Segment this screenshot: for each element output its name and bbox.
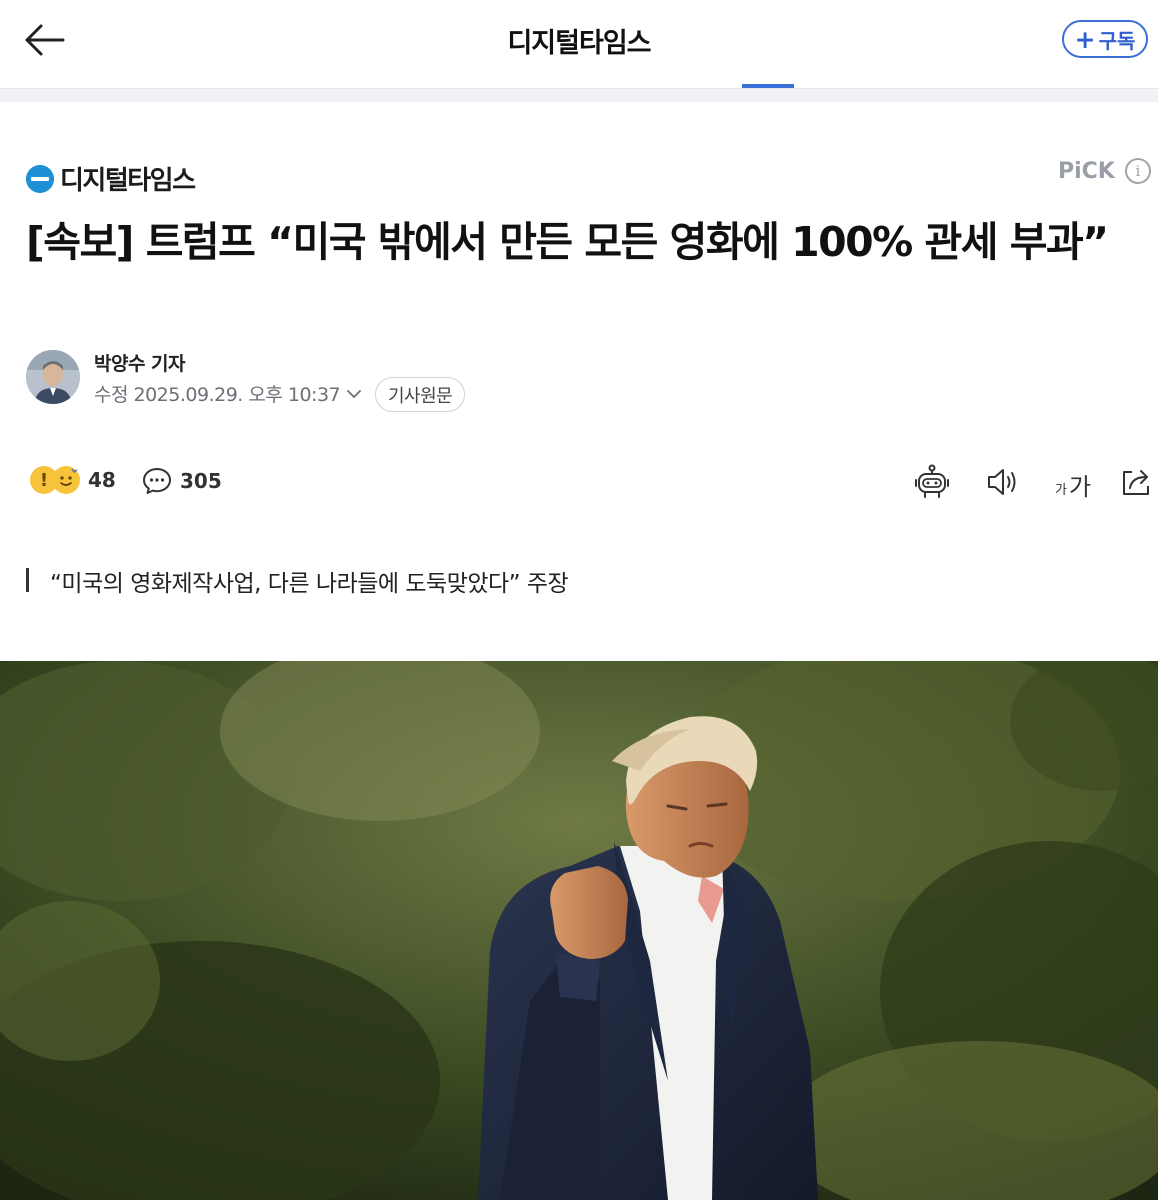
press-logo-icon xyxy=(26,164,54,193)
top-bar: 디지털타임스 + 구독 xyxy=(0,0,1158,88)
subscribe-button[interactable]: + 구독 xyxy=(1062,20,1148,58)
back-arrow-icon xyxy=(25,24,65,56)
surprise-emoji-icon: ! xyxy=(30,466,58,494)
section-divider xyxy=(0,88,1158,102)
reporter-name[interactable]: 박양수 기자 xyxy=(94,349,186,376)
robot-summary-icon xyxy=(915,464,949,498)
speaker-icon xyxy=(988,469,1016,495)
subtitle-bar xyxy=(26,568,29,592)
article-photo[interactable] xyxy=(0,661,1158,1200)
comment-count: 305 xyxy=(180,469,222,493)
plus-icon: + xyxy=(1074,24,1096,54)
reaction-count: 48 xyxy=(88,468,116,492)
article-subtitle: “미국의 영화제작사업, 다른 나라들에 도둑맞았다” 주장 xyxy=(50,571,569,597)
modified-date: 수정 2025.09.29. 오후 10:37 xyxy=(94,384,341,406)
share-icon xyxy=(1123,470,1149,495)
article-photo-image xyxy=(0,661,1158,1200)
info-icon[interactable]: i xyxy=(1124,158,1151,184)
font-size-small-label: 가 xyxy=(1054,483,1067,498)
press-logo-mark xyxy=(26,164,54,193)
subscribe-label: 구독 xyxy=(1098,28,1136,53)
font-size-button[interactable]: 가 가 xyxy=(1050,464,1096,504)
font-size-big-label: 가 xyxy=(1068,473,1092,501)
comment-button[interactable]: 305 xyxy=(142,466,222,496)
article-headline: [속보] 트럼프 “미국 밖에서 만든 모든 영화에 100% 관세 부과” xyxy=(26,218,1109,266)
pick-badge[interactable]: PiCK i xyxy=(1058,158,1151,184)
tts-button[interactable] xyxy=(982,462,1022,502)
reporter-avatar[interactable] xyxy=(26,350,80,404)
back-button[interactable] xyxy=(18,18,70,62)
original-article-button[interactable]: 기사원문 xyxy=(375,377,466,412)
press-name: 디지털타임스 xyxy=(60,166,196,196)
pick-label: PiCK xyxy=(1058,158,1115,184)
summary-bot-button[interactable] xyxy=(912,462,952,502)
press-logo[interactable]: 디지털타임스 xyxy=(26,160,196,197)
article-meta[interactable]: 수정 2025.09.29. 오후 10:37 xyxy=(94,380,362,407)
reporter-photo xyxy=(26,350,80,404)
header-press-title: 디지털타임스 xyxy=(507,27,651,59)
chevron-down-icon xyxy=(346,386,362,402)
share-button[interactable] xyxy=(1116,462,1156,502)
comment-bubble-icon xyxy=(143,468,171,494)
reaction-button[interactable]: ! 48 xyxy=(30,466,116,494)
